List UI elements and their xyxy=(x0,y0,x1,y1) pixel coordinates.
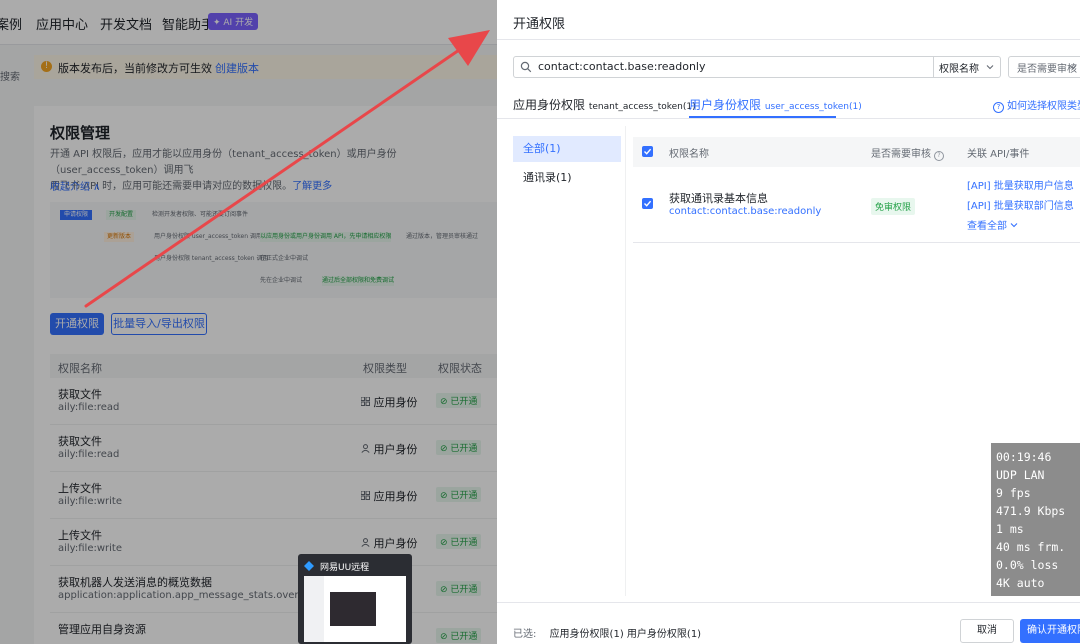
tab-label: 应用身份权限 xyxy=(513,98,586,112)
tab-label: 用户身份权限 xyxy=(689,98,762,112)
check-icon xyxy=(644,148,652,155)
view-all-link[interactable]: 查看全部 xyxy=(967,217,1018,232)
permission-name: 获取通讯录基本信息 xyxy=(669,192,768,205)
permission-table-header: 权限名称 是否需要审核? 关联 API/事件 xyxy=(633,137,1080,167)
drawer-title: 开通权限 xyxy=(513,17,566,32)
remote-desktop-popup[interactable]: 网易UU远程 xyxy=(298,554,412,644)
search-input[interactable]: contact:contact.base:readonly xyxy=(538,60,706,73)
selected-summary: 已选: 应用身份权限(1) 用户身份权限(1) xyxy=(513,625,701,640)
col-related-api: 关联 API/事件 xyxy=(967,149,1030,160)
chevron-down-icon xyxy=(1010,223,1018,228)
permission-row: 获取通讯录基本信息 contact:contact.base:readonly … xyxy=(633,168,1080,243)
cancel-button[interactable]: 取消 xyxy=(960,619,1014,643)
category-divider xyxy=(625,126,626,596)
stat-line: 00:19:46 xyxy=(996,450,1052,464)
confirm-open-button[interactable]: 确认开通权限 xyxy=(1020,619,1080,643)
permission-search[interactable]: contact:contact.base:readonly 权限名称 xyxy=(513,56,1001,78)
category-contacts[interactable]: 通讯录(1) xyxy=(513,165,621,191)
audit-filter-label: 是否需要审核 xyxy=(1017,64,1077,75)
selected-user-count[interactable]: 用户身份权限(1) xyxy=(627,629,701,640)
uu-logo-icon xyxy=(304,561,314,571)
api-link-batch-users[interactable]: [API] 批量获取用户信息 xyxy=(967,177,1074,192)
help-link-text: 如何选择权限类型 xyxy=(1007,101,1080,112)
modal-overlay[interactable] xyxy=(0,0,500,644)
selected-app-count[interactable]: 应用身份权限(1) xyxy=(550,629,624,640)
col-permission-name: 权限名称 xyxy=(669,149,709,160)
popup-preview xyxy=(304,576,406,642)
col-needs-audit: 是否需要审核? xyxy=(871,145,944,161)
view-all-text: 查看全部 xyxy=(967,221,1007,232)
how-to-choose-link[interactable]: ? 如何选择权限类型 xyxy=(993,97,1080,113)
stat-line: 9 fps xyxy=(996,486,1031,500)
divider xyxy=(497,118,1080,119)
permission-scope: contact:contact.base:readonly xyxy=(669,206,822,217)
stat-line: 40 ms frm. xyxy=(996,540,1066,554)
api-link-batch-departments[interactable]: [API] 批量获取部门信息 xyxy=(967,197,1074,212)
search-icon xyxy=(520,61,532,73)
popup-preview-sidebar xyxy=(304,576,324,642)
category-all[interactable]: 全部(1) xyxy=(513,136,621,162)
popup-preview-image xyxy=(330,592,376,626)
chevron-down-icon xyxy=(1069,65,1077,70)
footer-divider xyxy=(497,602,1080,603)
stat-line: 0.0% loss xyxy=(996,558,1059,572)
no-audit-badge: 免审权限 xyxy=(871,198,916,215)
stat-line: 471.9 Kbps xyxy=(996,504,1066,518)
stat-line: 4K auto xyxy=(996,576,1045,590)
permission-checkbox[interactable] xyxy=(642,198,653,209)
search-divider xyxy=(933,57,934,77)
search-field-select[interactable]: 权限名称 xyxy=(939,60,979,75)
stat-line: UDP LAN xyxy=(996,468,1045,482)
tab-user-identity[interactable]: 用户身份权限 user_access_token(1) xyxy=(689,96,862,113)
chevron-down-icon xyxy=(986,65,994,70)
stat-line: 1 ms xyxy=(996,522,1024,536)
question-icon[interactable]: ? xyxy=(934,151,944,161)
background-page: 案例 应用中心 开发文档 智能助手 ✦ AI 开发 搜索 ! 版本发布后，当前修… xyxy=(0,0,500,644)
selected-label: 已选: xyxy=(513,629,537,640)
audit-filter-select[interactable]: 是否需要审核 xyxy=(1008,56,1080,78)
tab-sub: user_access_token(1) xyxy=(764,102,862,112)
tab-sub: tenant_access_token(1) xyxy=(588,102,696,112)
col-needs-audit-text: 是否需要审核 xyxy=(871,149,931,160)
select-all-checkbox[interactable] xyxy=(642,146,653,157)
question-icon: ? xyxy=(993,102,1004,113)
check-icon xyxy=(644,200,652,207)
tab-app-identity[interactable]: 应用身份权限 tenant_access_token(1) xyxy=(513,96,696,113)
popup-title: 网易UU远程 xyxy=(320,563,370,573)
divider xyxy=(497,39,1080,40)
stream-stats-overlay: 00:19:46 UDP LAN 9 fps 471.9 Kbps 1 ms 4… xyxy=(991,443,1080,596)
